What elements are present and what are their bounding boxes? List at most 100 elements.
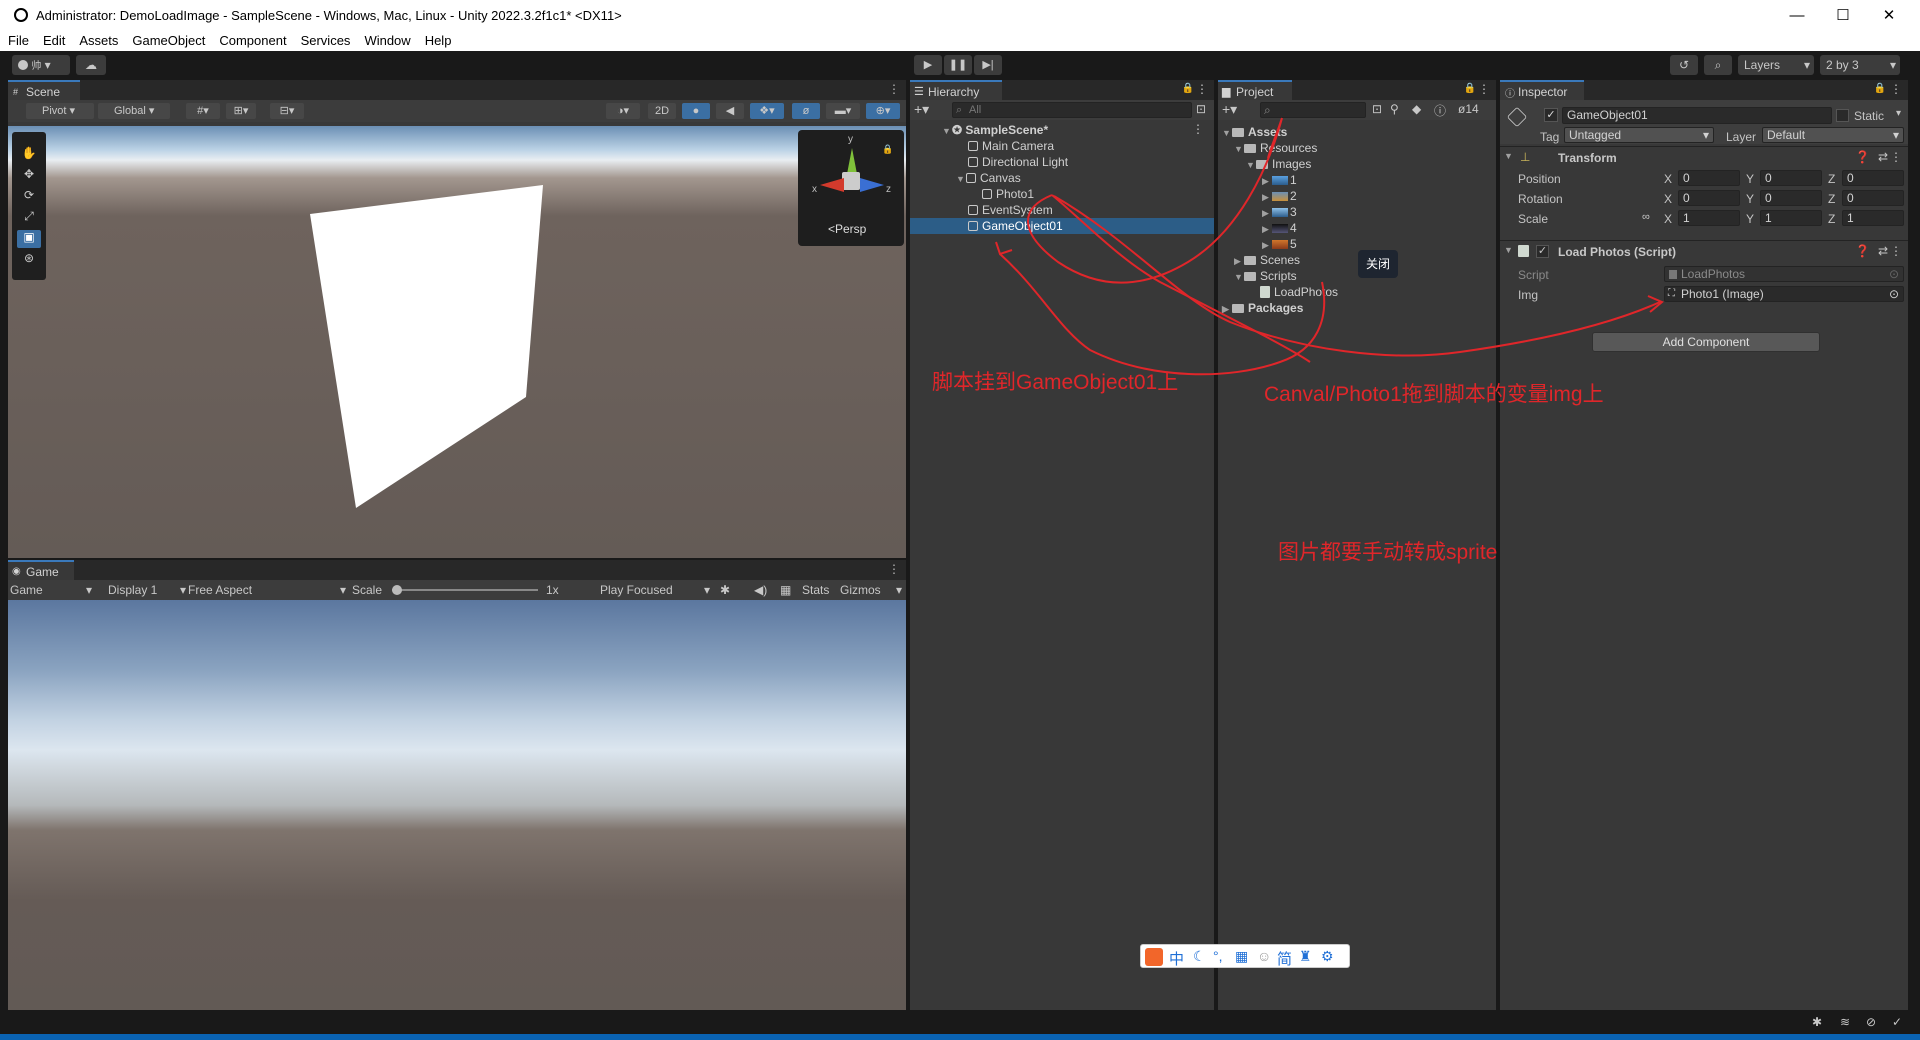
rotation-x-field[interactable]: 0 [1678, 190, 1740, 206]
bug-icon[interactable]: ✱ [720, 582, 730, 598]
gizmos-dropdown[interactable]: Gizmos ▾ [840, 582, 904, 598]
scene-root-item[interactable]: ▼✪ SampleScene* [942, 122, 1048, 138]
add-component-button[interactable]: Add Component [1592, 332, 1820, 352]
static-dropdown[interactable]: ▾ [1896, 108, 1901, 119]
inspector-lock-icon[interactable]: 🔒 [1874, 83, 1886, 94]
ime-simplified[interactable]: 简 [1277, 948, 1292, 969]
tree-assets[interactable]: ▼ Assets [1222, 124, 1287, 140]
status-icon-2[interactable]: ≋ [1840, 1015, 1850, 1029]
tree-image-3[interactable]: ▶ 3 [1262, 204, 1297, 220]
audio-toggle[interactable]: ◀ [716, 103, 744, 119]
gizmo-center[interactable] [842, 172, 860, 190]
ime-moon-icon[interactable]: ☾ [1193, 948, 1206, 965]
menu-help[interactable]: Help [417, 31, 458, 48]
2d-toggle[interactable]: 2D [648, 103, 676, 119]
position-z-field[interactable]: 0 [1842, 170, 1904, 186]
tree-image-1[interactable]: ▶ 1 [1262, 172, 1297, 188]
photo1-quad[interactable] [310, 185, 543, 508]
project-lock-icon[interactable]: 🔒 [1464, 83, 1476, 94]
position-x-field[interactable]: 0 [1678, 170, 1740, 186]
component-menu-icon[interactable]: ⋮ [1890, 150, 1902, 164]
global-dropdown[interactable]: Global ▾ [98, 103, 170, 119]
layout-dropdown[interactable]: 2 by 3 ▾ [1820, 55, 1900, 75]
position-y-field[interactable]: 0 [1760, 170, 1822, 186]
scale-tool-icon[interactable]: ⤢ [17, 209, 41, 227]
pivot-dropdown[interactable]: Pivot ▾ [26, 103, 94, 119]
hierarchy-item-directional-light[interactable]: Directional Light [968, 154, 1068, 170]
component-enabled-checkbox[interactable]: ✓ [1536, 245, 1549, 258]
scene-root-menu-icon[interactable]: ⋮ [1192, 122, 1204, 136]
menu-edit[interactable]: Edit [35, 31, 71, 48]
orientation-gizmo[interactable]: 🔒 y x z <Persp [798, 130, 904, 246]
scale-y-field[interactable]: 1 [1760, 210, 1822, 226]
scale-z-field[interactable]: 1 [1842, 210, 1904, 226]
scale-slider[interactable] [392, 585, 538, 595]
tree-image-2[interactable]: ▶ 2 [1262, 188, 1297, 204]
inspector-menu-icon[interactable]: ⋮ [1890, 82, 1902, 96]
hierarchy-filter-icon[interactable]: ⊡ [1196, 102, 1206, 116]
game-viewport[interactable] [8, 600, 906, 1010]
constrain-proportions-icon[interactable]: ∞ [1642, 211, 1650, 223]
ime-keyboard-icon[interactable]: ▦ [1235, 948, 1248, 965]
pause-button[interactable]: ❚❚ [944, 55, 972, 75]
hand-tool-icon[interactable]: ✋ [17, 146, 41, 164]
menu-component[interactable]: Component [211, 31, 292, 48]
persp-toggle[interactable]: <Persp [828, 222, 866, 236]
ime-settings-icon[interactable]: ⚙ [1321, 948, 1334, 965]
undo-history-button[interactable]: ↺ [1670, 55, 1698, 75]
scene-viewport[interactable]: ✋ ✥ ⟳ ⤢ ▣ ⊛ 🔒 y x z <Persp [8, 126, 906, 558]
favorite-icon[interactable]: ◆ [1412, 102, 1421, 116]
lock-icon[interactable]: 🔒 [882, 144, 893, 155]
menu-assets[interactable]: Assets [71, 31, 124, 48]
tab-game[interactable]: ◉ Game [8, 560, 74, 580]
move-tool-icon[interactable]: ✥ [17, 167, 41, 185]
effects-toggle[interactable]: ❖▾ [750, 103, 784, 119]
layers-dropdown[interactable]: Layers ▾ [1738, 55, 1814, 75]
account-dropdown[interactable]: 帅 ▾ [12, 55, 70, 75]
ime-chinese-mode[interactable]: 中 [1169, 948, 1184, 969]
tab-inspector[interactable]: ⓘ Inspector [1500, 80, 1584, 100]
hierarchy-add-button[interactable]: +▾ [914, 101, 929, 118]
menu-file[interactable]: File [0, 31, 35, 48]
presets-icon[interactable]: ⇄ [1878, 150, 1888, 164]
tree-scripts[interactable]: ▼ Scripts [1234, 268, 1297, 284]
gizmo-y-axis[interactable] [847, 148, 857, 174]
project-menu-icon[interactable]: ⋮ [1478, 82, 1490, 96]
project-add-button[interactable]: +▾ [1222, 101, 1237, 118]
info-icon[interactable]: ⓘ [1434, 102, 1446, 119]
tree-images[interactable]: ▼ Images [1246, 156, 1311, 172]
keyboard-icon[interactable]: ▦ [780, 582, 791, 598]
tag-dropdown[interactable]: Untagged ▾ [1564, 127, 1714, 143]
scene-panel-menu-icon[interactable]: ⋮ [888, 82, 900, 96]
scale-x-field[interactable]: 1 [1678, 210, 1740, 226]
tree-image-5[interactable]: ▶ 5 [1262, 236, 1297, 252]
menu-services[interactable]: Services [293, 31, 357, 48]
gizmos-toggle[interactable]: ⊕▾ [866, 103, 900, 119]
ime-logo-icon[interactable] [1145, 948, 1163, 966]
search-button[interactable]: ⌕ [1704, 55, 1732, 75]
object-name-input[interactable]: GameObject01 [1562, 107, 1832, 124]
load-photos-header[interactable]: ▼ ✓ Load Photos (Script) ❓ ⇄ ⋮ [1500, 240, 1908, 260]
stats-button[interactable]: Stats [802, 582, 829, 598]
menu-gameobject[interactable]: GameObject [124, 31, 211, 48]
tab-hierarchy[interactable]: ☰ Hierarchy [910, 80, 1002, 100]
hierarchy-item-photo1[interactable]: Photo1 [982, 186, 1034, 202]
status-icon-1[interactable]: ✱ [1812, 1015, 1822, 1029]
draw-mode-button[interactable]: ◑▾ [606, 103, 640, 119]
mute-icon[interactable]: ◀) [754, 582, 767, 598]
hierarchy-menu-icon[interactable]: ⋮ [1196, 82, 1208, 96]
hierarchy-item-eventsystem[interactable]: EventSystem [968, 202, 1053, 218]
object-picker-icon[interactable]: ⊙ [1889, 287, 1899, 301]
display-dropdown[interactable]: Display 1 ▾ [108, 582, 186, 598]
game-mode-dropdown[interactable]: Game ▾ [10, 582, 96, 598]
tab-project[interactable]: ▆ Project [1218, 80, 1292, 100]
ime-user-icon[interactable]: ☺ [1257, 948, 1271, 964]
rect-tool-icon[interactable]: ▣ [17, 230, 41, 248]
tree-load-photos[interactable]: LoadPhotos [1260, 284, 1338, 300]
play-button[interactable]: ▶ [914, 55, 942, 75]
search-by-type-icon[interactable]: ⊡ [1372, 102, 1382, 116]
scale-slider-thumb[interactable] [392, 585, 402, 595]
help-icon[interactable]: ❓ [1855, 150, 1870, 164]
hierarchy-search-input[interactable]: ⌕ All [952, 102, 1192, 118]
aspect-dropdown[interactable]: Free Aspect ▾ [188, 582, 350, 598]
